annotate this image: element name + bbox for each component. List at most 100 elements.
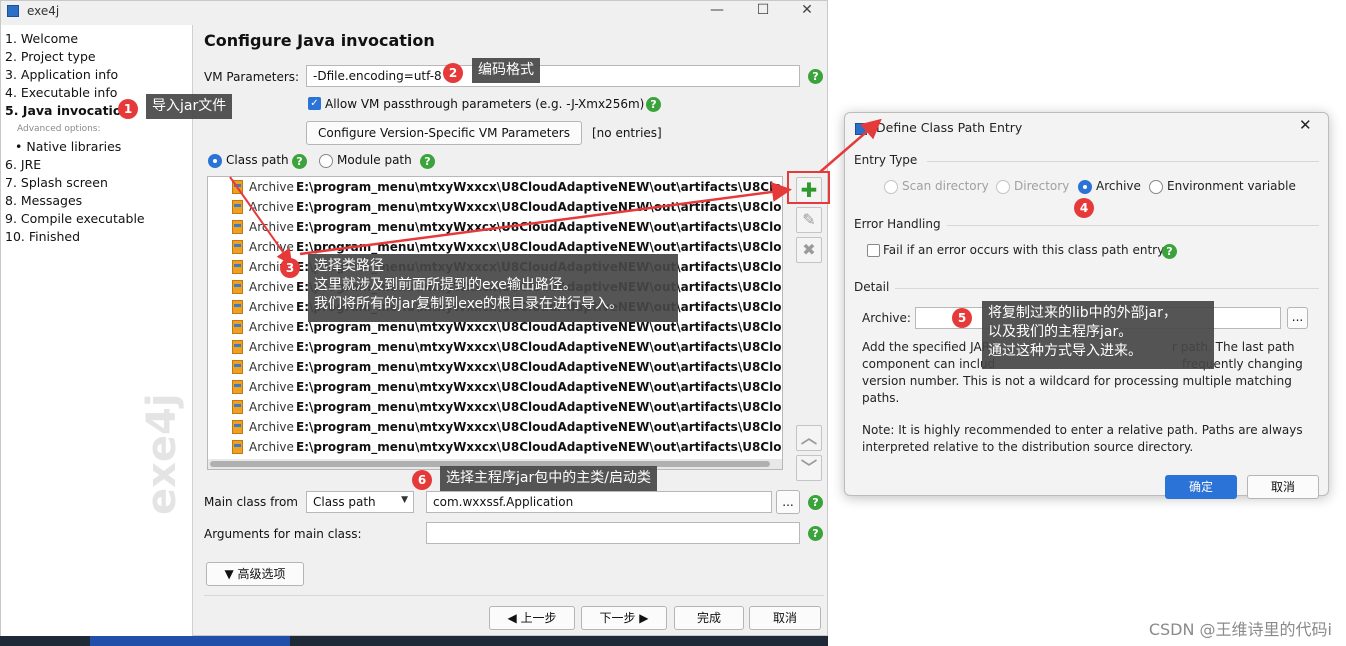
remove-entry-button[interactable]: ✖ xyxy=(796,237,822,263)
detail-label: Detail xyxy=(854,280,890,294)
prev-button[interactable]: ◀ 上一步 xyxy=(489,606,575,630)
dialog-cancel-button[interactable]: 取消 xyxy=(1247,475,1319,499)
classpath-entry-row[interactable]: ArchiveE:\program_menu\mtxyWxxcx\U8Cloud… xyxy=(208,397,783,417)
help-icon[interactable]: ? xyxy=(808,526,823,541)
advanced-options-button[interactable]: ▼ 高级选项 xyxy=(206,562,304,586)
step-compile-executable[interactable]: 9. Compile executable xyxy=(5,211,145,226)
dialog-close-button[interactable]: ✕ xyxy=(1299,117,1312,134)
move-down-button[interactable]: ﹀ xyxy=(796,455,822,481)
modulepath-radio-label: Module path xyxy=(337,153,412,167)
next-button[interactable]: 下一步 ▶ xyxy=(581,606,667,630)
classpath-radio-label: Class path xyxy=(226,153,289,167)
main-class-input[interactable]: com.wxxssf.Application xyxy=(426,491,772,513)
minimize-button[interactable]: — xyxy=(697,1,737,21)
classpath-entry-row[interactable]: ArchiveE:\program_menu\mtxyWxxcx\U8Cloud… xyxy=(208,417,783,437)
archive-label: Archive: xyxy=(862,311,911,325)
archive-radio-label: Archive xyxy=(1096,179,1141,193)
environment-variable-radio[interactable] xyxy=(1149,180,1163,194)
classpath-entry-row[interactable]: ArchiveE:\program_menu\mtxyWxxcx\U8Cloud… xyxy=(208,437,782,457)
add-entry-button[interactable]: ✚ xyxy=(796,177,822,203)
maximize-button[interactable]: ☐ xyxy=(743,1,783,21)
step-project-type[interactable]: 2. Project type xyxy=(5,49,96,64)
entry-path: E:\program_menu\mtxyWxxcx\U8CloudAdaptiv… xyxy=(296,400,783,414)
fail-on-error-checkbox[interactable] xyxy=(867,244,880,257)
classpath-list[interactable]: Archive E:\program_menu\mtxyWxxcx\U8Cloud… xyxy=(207,176,783,470)
move-up-button[interactable]: ︿ xyxy=(796,425,822,451)
step-finished[interactable]: 10. Finished xyxy=(5,229,80,244)
directory-radio[interactable] xyxy=(996,180,1010,194)
jar-icon xyxy=(232,300,243,314)
entry-path: E:\program_menu\mtxyWxxcx\U8CloudAdaptiv… xyxy=(296,360,783,374)
step-badge-3: 3 xyxy=(280,258,300,278)
classpath-entry-row[interactable]: ArchiveE:\program_menu\mtxyWxxcx\U8Cloud… xyxy=(208,177,782,197)
entry-kind: Archive xyxy=(249,380,294,394)
main-content: Configure Java invocation VM Parameters:… xyxy=(194,25,828,636)
browse-main-class-button[interactable]: ... xyxy=(776,490,800,514)
classpath-entry-row[interactable]: ArchiveE:\program_menu\mtxyWxxcx\U8Cloud… xyxy=(208,217,782,237)
scan-directory-radio[interactable] xyxy=(884,180,898,194)
description-line-3: version number. This is not a wildcard f… xyxy=(862,374,1292,388)
description-line-1a: Add the specified JAR xyxy=(862,340,990,354)
main-class-label: Main class from xyxy=(204,495,298,509)
note-line-1: Note: It is highly recommended to enter … xyxy=(862,423,1303,437)
taskbar-strip xyxy=(0,636,828,646)
jar-icon xyxy=(232,180,243,194)
vm-parameters-input[interactable]: -Dfile.encoding=utf-8 xyxy=(306,65,800,87)
finish-button[interactable]: 完成 xyxy=(674,606,744,630)
annotation-3-line-3: 我们将所有的jar复制到exe的根目录在进行导入。 xyxy=(314,296,624,312)
entry-type-label: Entry Type xyxy=(854,153,918,167)
annotation-3-line-2: 这里就涉及到前面所提到的exe输出路径。 xyxy=(314,277,577,293)
help-icon[interactable]: ? xyxy=(1162,244,1177,259)
entry-kind: Archive xyxy=(249,420,294,434)
entry-path: E:\program_menu\mtxyWxxcx\U8CloudAdaptiv… xyxy=(296,240,783,254)
environment-variable-label: Environment variable xyxy=(1167,179,1296,193)
annotation-3-line-1: 选择类路径 xyxy=(314,258,384,274)
chevron-down-icon: ▼ xyxy=(401,495,408,505)
help-icon[interactable]: ? xyxy=(292,154,307,169)
step-java-invocation[interactable]: 5. Java invocation xyxy=(5,103,130,118)
cancel-button[interactable]: 取消 xyxy=(749,606,821,630)
jar-icon xyxy=(232,240,243,254)
csdn-watermark: CSDN @王维诗里的代码i xyxy=(1148,620,1332,639)
classpath-entry-row[interactable]: ArchiveE:\program_menu\mtxyWxxcx\U8Cloud… xyxy=(208,377,782,397)
exe4j-watermark: exe4j xyxy=(139,393,185,515)
classpath-entry-row[interactable]: ArchiveE:\program_menu\mtxyWxxcx\U8Cloud… xyxy=(208,337,782,357)
step-application-info[interactable]: 3. Application info xyxy=(5,67,118,82)
archive-radio[interactable] xyxy=(1078,180,1092,194)
classpath-entry-row[interactable]: ArchiveE:\program_menu\mtxyWxxcx\U8Cloud… xyxy=(208,357,783,377)
close-button[interactable]: ✕ xyxy=(787,1,827,21)
passthrough-checkbox[interactable]: ✓ xyxy=(308,97,321,110)
step-jre[interactable]: 6. JRE xyxy=(5,157,41,172)
note-line-2: interpreted relative to the distribution… xyxy=(862,440,1194,454)
classpath-radio[interactable] xyxy=(208,154,222,168)
modulepath-radio[interactable] xyxy=(319,154,333,168)
ok-button[interactable]: 确定 xyxy=(1165,475,1237,499)
jar-icon xyxy=(232,320,243,334)
step-splash-screen[interactable]: 7. Splash screen xyxy=(5,175,108,190)
jar-icon xyxy=(232,360,243,374)
help-icon[interactable]: ? xyxy=(808,69,823,84)
annotation-5-line-2: 以及我们的主程序jar。 xyxy=(988,324,1133,340)
scan-directory-label: Scan directory xyxy=(902,179,989,193)
configure-vm-params-button[interactable]: Configure Version-Specific VM Parameters xyxy=(306,121,582,145)
entry-path: E:\program_menu\mtxyWxxcx\U8CloudAdaptiv… xyxy=(296,320,783,334)
help-icon[interactable]: ? xyxy=(808,495,823,510)
edit-entry-button[interactable]: ✎ xyxy=(796,207,822,233)
classpath-entry-row[interactable]: ArchiveE:\program_menu\mtxyWxxcx\U8Cloud… xyxy=(208,197,782,217)
annotation-6: 选择主程序jar包中的主类/启动类 xyxy=(440,466,657,491)
step-messages[interactable]: 8. Messages xyxy=(5,193,82,208)
entry-kind: Archive xyxy=(249,240,294,254)
step-badge-5: 5 xyxy=(952,308,972,328)
entry-path: E:\program_menu\mtxyWxxcx\U8CloudAdaptiv… xyxy=(296,420,783,434)
description-line-4: paths. xyxy=(862,391,900,405)
help-icon[interactable]: ? xyxy=(420,154,435,169)
step-welcome[interactable]: 1. Welcome xyxy=(5,31,78,46)
jar-icon xyxy=(232,200,243,214)
entry-kind: Archive xyxy=(249,360,294,374)
arguments-input[interactable] xyxy=(426,522,800,544)
main-class-source-select[interactable]: Class path ▼ xyxy=(306,491,414,513)
help-icon[interactable]: ? xyxy=(646,97,661,112)
step-executable-info[interactable]: 4. Executable info xyxy=(5,85,117,100)
browse-archive-button[interactable]: ... xyxy=(1287,307,1308,329)
step-native-libraries[interactable]: • Native libraries xyxy=(15,139,121,154)
